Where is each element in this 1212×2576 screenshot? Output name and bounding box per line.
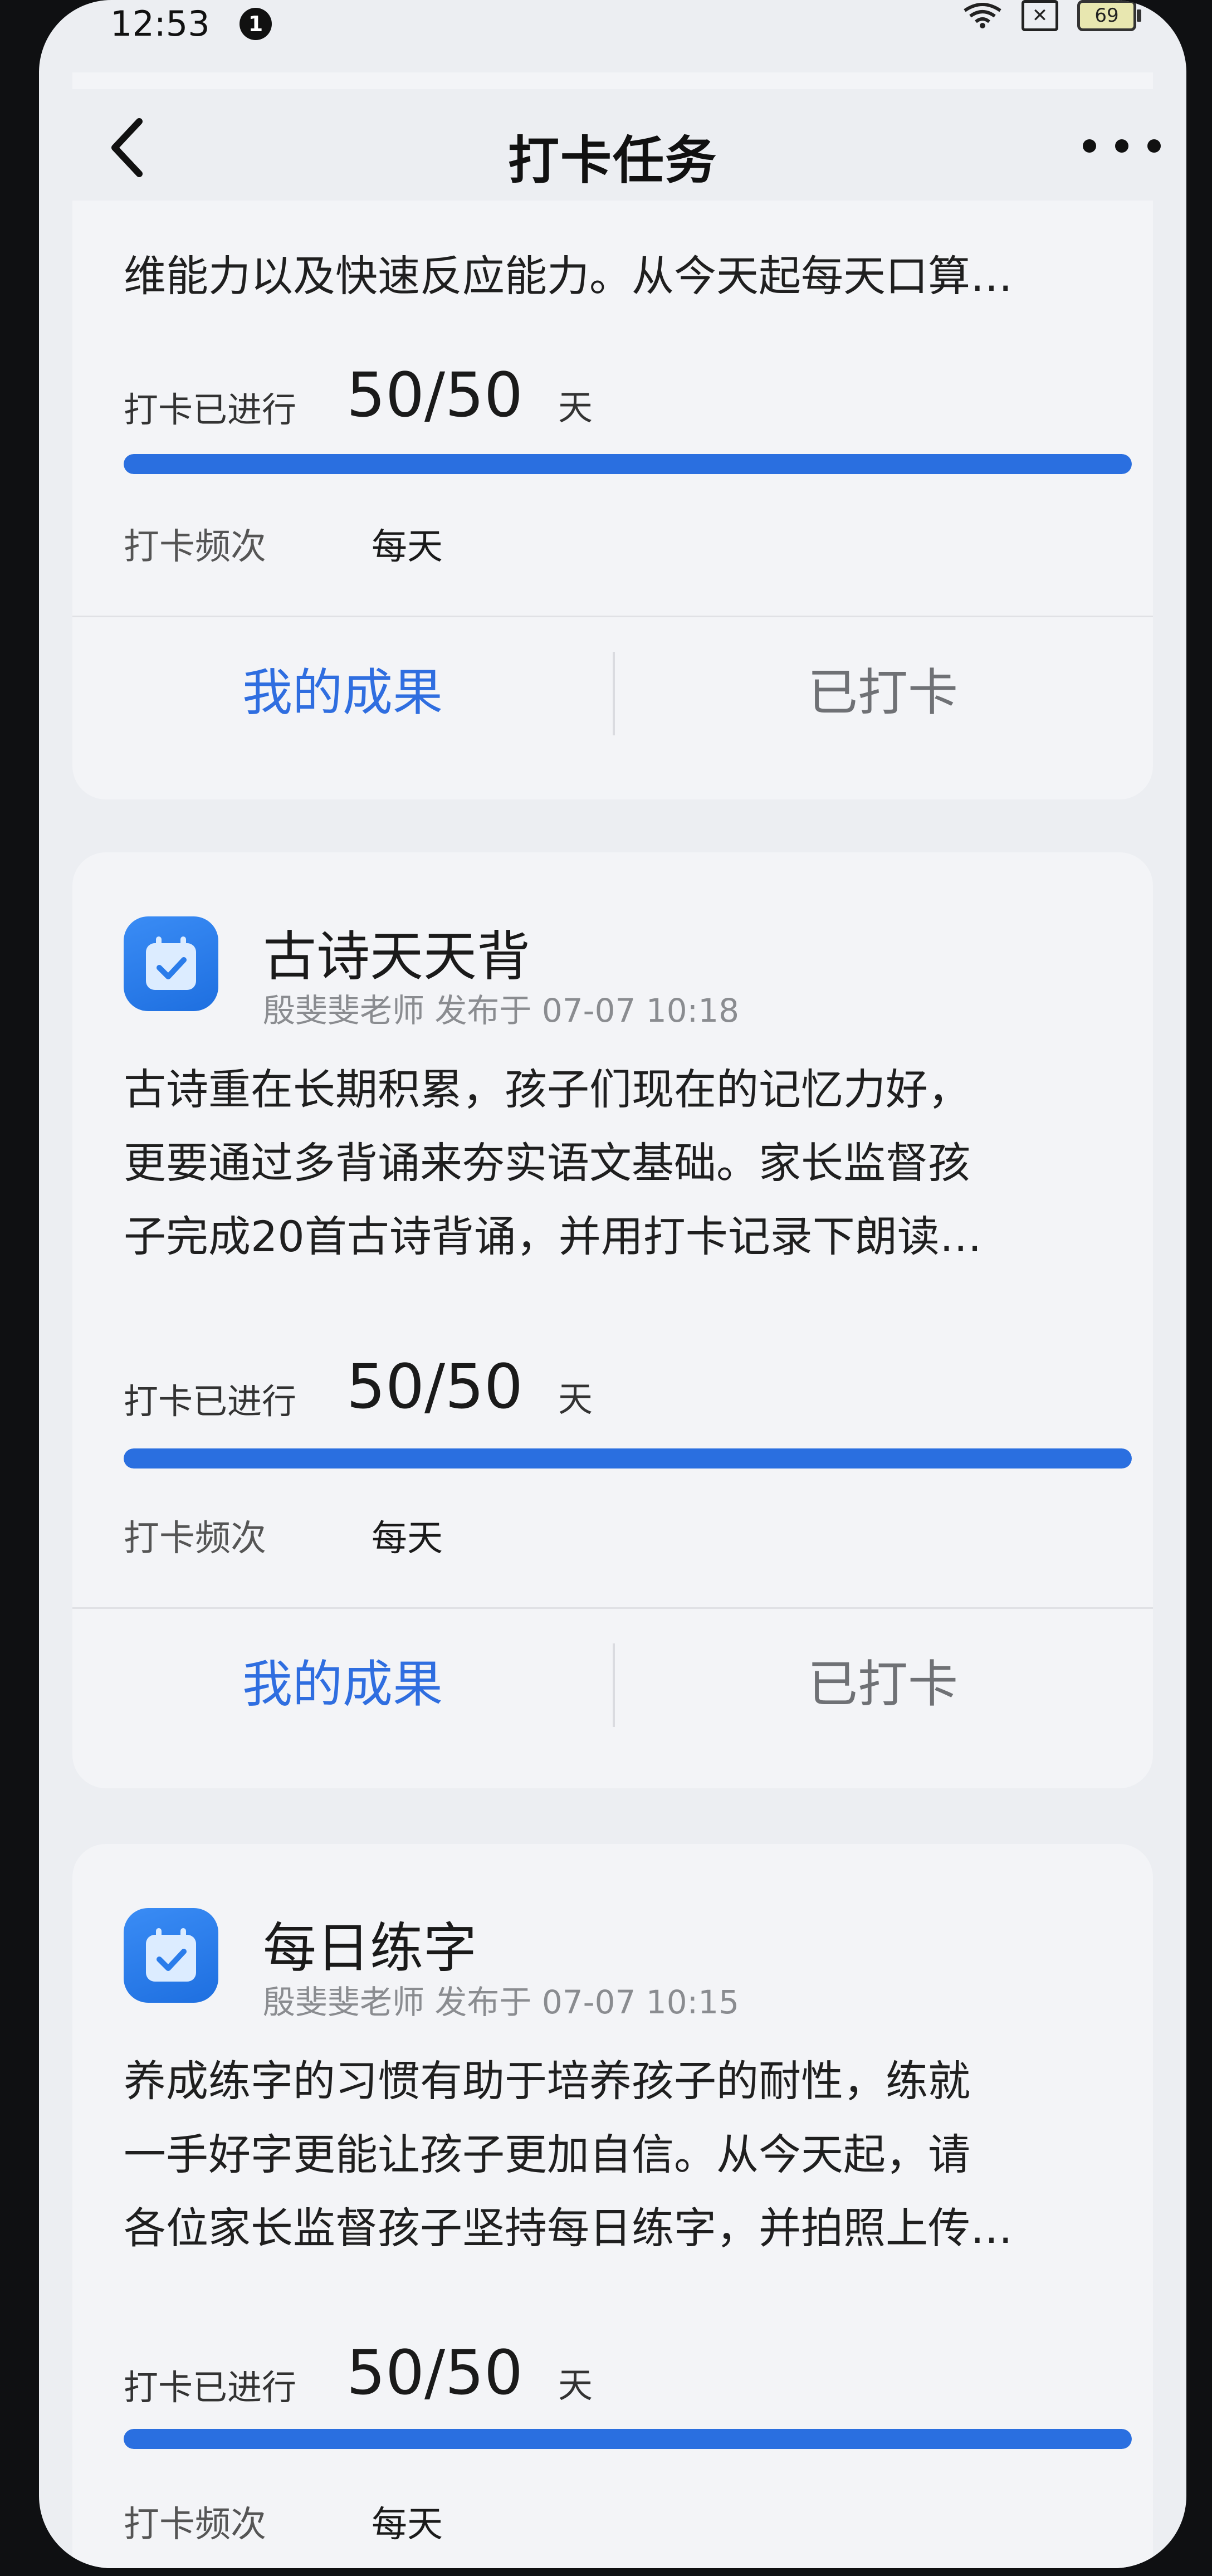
frequency-label: 打卡频次 [124,1518,266,1559]
progress-value: 50/50 [346,1351,524,1422]
no-sim-icon: ✕ [1022,0,1058,31]
checked-in-button[interactable]: 已打卡 [613,652,1153,724]
phone-screen: 12:53 1 ✕ 69 维能力以及快速反应能力。从今天起每天口算… 打卡已进行… [39,0,1186,2568]
description-line: 一手好字更能让孩子更加自信。从今天起，请 [124,2130,970,2179]
progress-label: 打卡已进行 [124,389,297,430]
calendar-check-icon [124,1908,218,2003]
progress-label: 打卡已进行 [124,1381,297,1422]
divider [72,1607,1153,1609]
checked-in-button[interactable]: 已打卡 [613,1643,1153,1716]
task-card: 古诗天天背 殷斐斐老师 发布于 07-07 10:18 古诗重在长期积累，孩子们… [72,852,1153,1788]
frequency-label: 打卡频次 [124,526,266,568]
calendar-check-icon [124,916,218,1011]
frequency-value: 每天 [372,526,443,568]
page-title: 打卡任务 [507,131,717,191]
progress-bar-fill [124,2429,1132,2449]
task-meta: 殷斐斐老师 发布于 07-07 10:18 [263,992,739,1030]
task-card: 每日练字 殷斐斐老师 发布于 07-07 10:15 养成练字的习惯有助于培养孩… [72,1844,1153,2568]
description-line: 维能力以及快速反应能力。从今天起每天口算… [124,251,1013,301]
frequency-row: 打卡频次 每天 [124,1510,443,1561]
task-description: 维能力以及快速反应能力。从今天起每天口算… [124,240,1126,313]
wifi-icon [964,3,1001,28]
frequency-value: 每天 [372,2504,443,2545]
frequency-label: 打卡频次 [124,2504,266,2545]
task-description: 养成练字的习惯有助于培养孩子的耐性，练就 一手好字更能让孩子更加自信。从今天起，… [124,2045,1126,2265]
progress-bar-fill [124,1448,1132,1468]
progress-bar [124,2429,1132,2449]
card-actions: 我的成果 已打卡 [72,618,1153,752]
description-line: 养成练字的习惯有助于培养孩子的耐性，练就 [124,2056,970,2106]
progress-bar [124,454,1132,474]
progress-bar [124,1448,1132,1468]
description-line: 子完成20首古诗背诵，并用打卡记录下朗读… [124,1212,982,1261]
progress-unit: 天 [558,387,593,428]
description-line: 各位家长监督孩子坚持每日练字，并拍照上传… [124,2203,1013,2253]
frequency-value: 每天 [372,1518,443,1559]
task-title[interactable]: 古诗天天背 [263,913,530,991]
frequency-row: 打卡频次 每天 [124,2496,443,2547]
status-bar: 12:53 1 ✕ 69 [39,0,1186,50]
more-options-button[interactable] [1083,124,1161,168]
task-description: 古诗重在长期积累，孩子们现在的记忆力好， 更要通过多背诵来夯实语文基础。家长监督… [124,1053,1126,1274]
card-actions: 我的成果 已打卡 [72,1610,1153,1744]
battery-icon: 69 [1077,0,1141,31]
notification-badge: 1 [240,8,272,40]
frequency-row: 打卡频次 每天 [124,518,443,569]
my-results-button[interactable]: 我的成果 [72,1643,613,1716]
top-nav-bar: 打卡任务 [39,89,1186,201]
progress-unit: 天 [558,1379,593,1419]
progress-bar-fill [124,454,1132,474]
task-title[interactable]: 每日练字 [263,1905,477,1982]
description-line: 古诗重在长期积累，孩子们现在的记忆力好， [124,1065,970,1114]
my-results-button[interactable]: 我的成果 [72,652,613,724]
progress-label: 打卡已进行 [124,2367,297,2408]
dot-icon [1115,139,1128,153]
dot-icon [1147,139,1161,153]
progress-unit: 天 [558,2365,593,2406]
description-line: 更要通过多背诵来夯实语文基础。家长监督孩 [124,1138,970,1188]
task-meta: 殷斐斐老师 发布于 07-07 10:15 [263,1983,739,2021]
status-time: 12:53 [110,3,210,44]
divider [72,616,1153,617]
progress-value: 50/50 [346,359,524,431]
progress-value: 50/50 [346,2337,524,2408]
dot-icon [1083,139,1096,153]
